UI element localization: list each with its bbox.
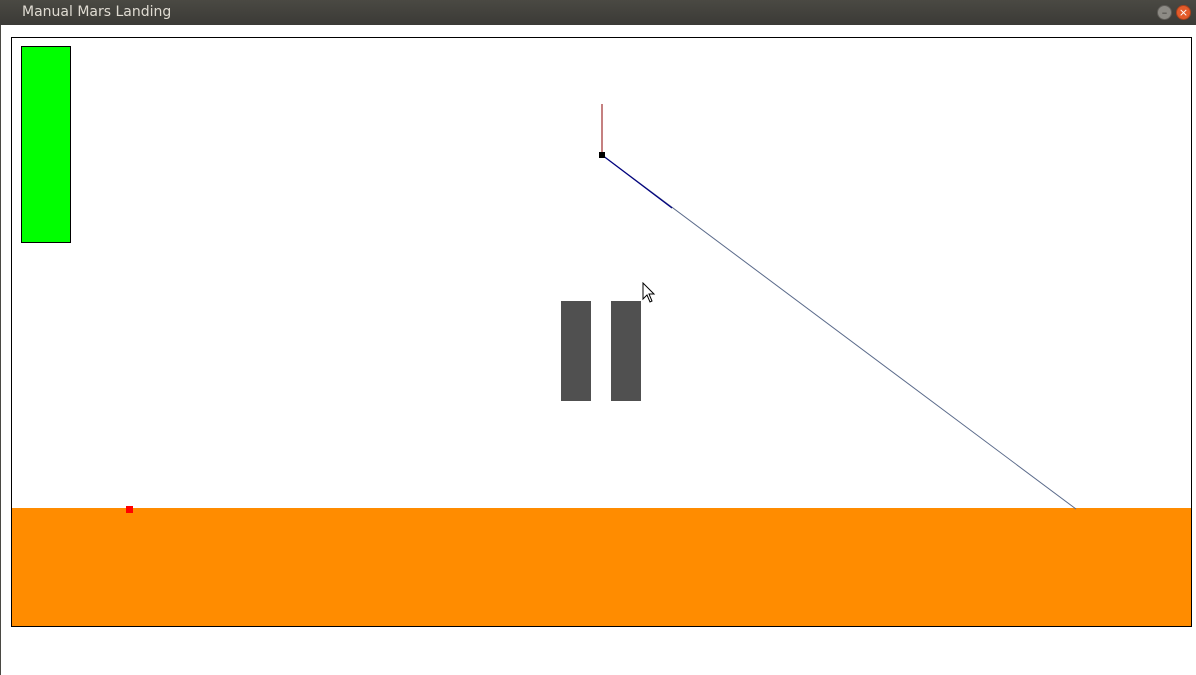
pause-icon-bar[interactable] <box>611 301 641 401</box>
mouse-cursor-icon <box>642 282 656 303</box>
window-title: Manual Mars Landing <box>22 4 172 20</box>
title-bar[interactable]: Manual Mars Landing – × <box>0 0 1196 25</box>
pause-icon[interactable] <box>561 301 591 401</box>
game-canvas[interactable] <box>11 37 1192 627</box>
trajectory-layer <box>599 104 1077 510</box>
minimize-button[interactable]: – <box>1157 5 1172 20</box>
lander-icon <box>599 152 605 158</box>
close-button[interactable]: × <box>1176 5 1191 20</box>
velocity-vector <box>601 154 673 209</box>
trajectory-line <box>601 154 1077 510</box>
